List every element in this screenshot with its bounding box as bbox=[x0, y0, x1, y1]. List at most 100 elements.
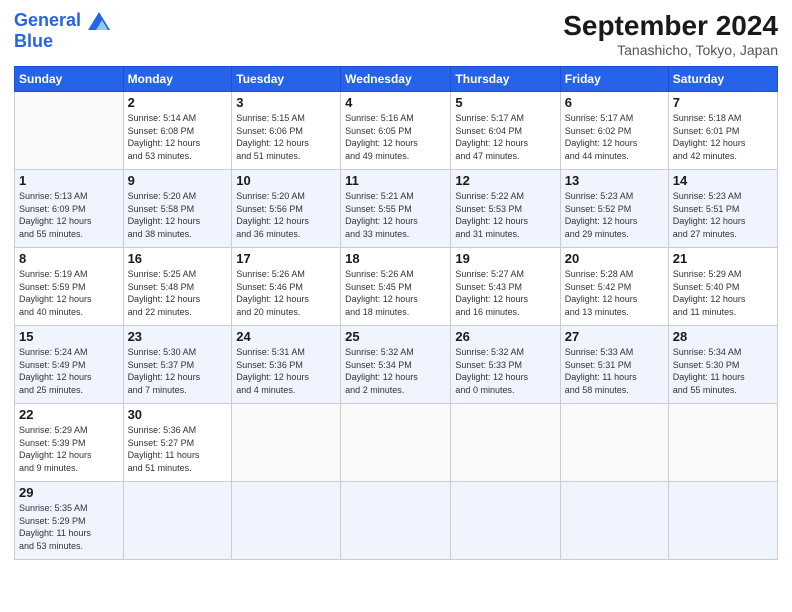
calendar-cell: 22 Sunrise: 5:29 AMSunset: 5:39 PMDayligh… bbox=[15, 404, 124, 482]
calendar-cell: 24 Sunrise: 5:31 AMSunset: 5:36 PMDayligh… bbox=[232, 326, 341, 404]
calendar-cell bbox=[232, 404, 341, 482]
logo: General Blue bbox=[14, 10, 110, 51]
month-year: September 2024 bbox=[563, 10, 778, 42]
calendar-body: 2 Sunrise: 5:14 AMSunset: 6:08 PMDaylight… bbox=[15, 92, 778, 560]
day-number: 3 bbox=[236, 95, 336, 110]
calendar-cell: 13 Sunrise: 5:23 AMSunset: 5:52 PMDayligh… bbox=[560, 170, 668, 248]
calendar-cell bbox=[668, 482, 777, 560]
logo-general: General bbox=[14, 10, 81, 30]
calendar-cell: 21 Sunrise: 5:29 AMSunset: 5:40 PMDayligh… bbox=[668, 248, 777, 326]
day-info: Sunrise: 5:20 AMSunset: 5:58 PMDaylight:… bbox=[128, 190, 228, 240]
day-info: Sunrise: 5:27 AMSunset: 5:43 PMDaylight:… bbox=[455, 268, 555, 318]
calendar-cell: 17Sunrise: 5:26 AMSunset: 5:46 PMDayligh… bbox=[232, 248, 341, 326]
calendar-cell bbox=[668, 404, 777, 482]
calendar-cell: 4Sunrise: 5:16 AMSunset: 6:05 PMDaylight… bbox=[341, 92, 451, 170]
calendar-cell: 19Sunrise: 5:27 AMSunset: 5:43 PMDayligh… bbox=[451, 248, 560, 326]
calendar-cell: 27Sunrise: 5:33 AMSunset: 5:31 PMDayligh… bbox=[560, 326, 668, 404]
day-number: 6 bbox=[565, 95, 664, 110]
weekday-header-wednesday: Wednesday bbox=[341, 67, 451, 92]
weekday-header-friday: Friday bbox=[560, 67, 668, 92]
day-number: 2 bbox=[128, 95, 228, 110]
day-number: 5 bbox=[455, 95, 555, 110]
calendar-cell bbox=[232, 482, 341, 560]
calendar-week-0: 2 Sunrise: 5:14 AMSunset: 6:08 PMDaylight… bbox=[15, 92, 778, 170]
calendar-cell: 18 Sunrise: 5:26 AMSunset: 5:45 PMDayligh… bbox=[341, 248, 451, 326]
calendar-cell bbox=[560, 404, 668, 482]
day-number: 22 bbox=[19, 407, 119, 422]
day-info: Sunrise: 5:15 AMSunset: 6:06 PMDaylight:… bbox=[236, 112, 336, 162]
day-info: Sunrise: 5:13 AMSunset: 6:09 PMDaylight:… bbox=[19, 190, 119, 240]
calendar-cell: 20 Sunrise: 5:28 AMSunset: 5:42 PMDayligh… bbox=[560, 248, 668, 326]
calendar-cell: 11 Sunrise: 5:21 AMSunset: 5:55 PMDayligh… bbox=[341, 170, 451, 248]
calendar-cell: 8Sunrise: 5:19 AMSunset: 5:59 PMDaylight… bbox=[15, 248, 124, 326]
calendar-cell bbox=[341, 404, 451, 482]
day-info: Sunrise: 5:25 AMSunset: 5:48 PMDaylight:… bbox=[128, 268, 228, 318]
day-info: Sunrise: 5:29 AMSunset: 5:39 PMDaylight:… bbox=[19, 424, 119, 474]
day-info: Sunrise: 5:34 AMSunset: 5:30 PMDaylight:… bbox=[673, 346, 773, 396]
day-info: Sunrise: 5:29 AMSunset: 5:40 PMDaylight:… bbox=[673, 268, 773, 318]
day-number: 25 bbox=[345, 329, 446, 344]
title-block: September 2024 Tanashicho, Tokyo, Japan bbox=[563, 10, 778, 58]
calendar-cell: 28 Sunrise: 5:34 AMSunset: 5:30 PMDayligh… bbox=[668, 326, 777, 404]
calendar-cell: 15Sunrise: 5:24 AMSunset: 5:49 PMDayligh… bbox=[15, 326, 124, 404]
day-info: Sunrise: 5:21 AMSunset: 5:55 PMDaylight:… bbox=[345, 190, 446, 240]
day-info: Sunrise: 5:31 AMSunset: 5:36 PMDaylight:… bbox=[236, 346, 336, 396]
calendar-cell: 25 Sunrise: 5:32 AMSunset: 5:34 PMDayligh… bbox=[341, 326, 451, 404]
day-info: Sunrise: 5:36 AMSunset: 5:27 PMDaylight:… bbox=[128, 424, 228, 474]
calendar-week-2: 8Sunrise: 5:19 AMSunset: 5:59 PMDaylight… bbox=[15, 248, 778, 326]
calendar-cell bbox=[451, 404, 560, 482]
day-info: Sunrise: 5:19 AMSunset: 5:59 PMDaylight:… bbox=[19, 268, 119, 318]
calendar-cell: 1Sunrise: 5:13 AMSunset: 6:09 PMDaylight… bbox=[15, 170, 124, 248]
day-number: 23 bbox=[128, 329, 228, 344]
day-number: 24 bbox=[236, 329, 336, 344]
weekday-header-sunday: Sunday bbox=[15, 67, 124, 92]
day-number: 11 bbox=[345, 173, 446, 188]
day-info: Sunrise: 5:32 AMSunset: 5:34 PMDaylight:… bbox=[345, 346, 446, 396]
day-number: 28 bbox=[673, 329, 773, 344]
day-number: 13 bbox=[565, 173, 664, 188]
calendar-cell: 23 Sunrise: 5:30 AMSunset: 5:37 PMDayligh… bbox=[123, 326, 232, 404]
calendar-cell: 30 Sunrise: 5:36 AMSunset: 5:27 PMDayligh… bbox=[123, 404, 232, 482]
day-number: 7 bbox=[673, 95, 773, 110]
weekday-header-monday: Monday bbox=[123, 67, 232, 92]
weekday-header-thursday: Thursday bbox=[451, 67, 560, 92]
day-number: 29 bbox=[19, 485, 119, 500]
calendar-week-1: 1Sunrise: 5:13 AMSunset: 6:09 PMDaylight… bbox=[15, 170, 778, 248]
day-info: Sunrise: 5:30 AMSunset: 5:37 PMDaylight:… bbox=[128, 346, 228, 396]
calendar-cell: 26 Sunrise: 5:32 AMSunset: 5:33 PMDayligh… bbox=[451, 326, 560, 404]
logo-text: General bbox=[14, 10, 110, 31]
calendar-cell: 7 Sunrise: 5:18 AMSunset: 6:01 PMDaylight… bbox=[668, 92, 777, 170]
day-number: 9 bbox=[128, 173, 228, 188]
day-number: 18 bbox=[345, 251, 446, 266]
day-number: 4 bbox=[345, 95, 446, 110]
day-info: Sunrise: 5:14 AMSunset: 6:08 PMDaylight:… bbox=[128, 112, 228, 162]
day-info: Sunrise: 5:26 AMSunset: 5:46 PMDaylight:… bbox=[236, 268, 336, 318]
calendar-table: SundayMondayTuesdayWednesdayThursdayFrid… bbox=[14, 66, 778, 560]
calendar-container: General Blue September 2024 Tanashicho, … bbox=[0, 0, 792, 570]
calendar-cell bbox=[15, 92, 124, 170]
day-info: Sunrise: 5:28 AMSunset: 5:42 PMDaylight:… bbox=[565, 268, 664, 318]
calendar-cell: 3 Sunrise: 5:15 AMSunset: 6:06 PMDaylight… bbox=[232, 92, 341, 170]
day-info: Sunrise: 5:17 AMSunset: 6:02 PMDaylight:… bbox=[565, 112, 664, 162]
day-number: 10 bbox=[236, 173, 336, 188]
day-number: 30 bbox=[128, 407, 228, 422]
calendar-cell bbox=[451, 482, 560, 560]
day-number: 26 bbox=[455, 329, 555, 344]
day-info: Sunrise: 5:26 AMSunset: 5:45 PMDaylight:… bbox=[345, 268, 446, 318]
weekday-header-tuesday: Tuesday bbox=[232, 67, 341, 92]
day-number: 14 bbox=[673, 173, 773, 188]
day-info: Sunrise: 5:32 AMSunset: 5:33 PMDaylight:… bbox=[455, 346, 555, 396]
calendar-cell: 16Sunrise: 5:25 AMSunset: 5:48 PMDayligh… bbox=[123, 248, 232, 326]
calendar-week-5: 29Sunrise: 5:35 AMSunset: 5:29 PMDayligh… bbox=[15, 482, 778, 560]
day-info: Sunrise: 5:17 AMSunset: 6:04 PMDaylight:… bbox=[455, 112, 555, 162]
day-info: Sunrise: 5:22 AMSunset: 5:53 PMDaylight:… bbox=[455, 190, 555, 240]
day-info: Sunrise: 5:23 AMSunset: 5:52 PMDaylight:… bbox=[565, 190, 664, 240]
calendar-cell: 9 Sunrise: 5:20 AMSunset: 5:58 PMDaylight… bbox=[123, 170, 232, 248]
day-number: 20 bbox=[565, 251, 664, 266]
calendar-cell: 2 Sunrise: 5:14 AMSunset: 6:08 PMDaylight… bbox=[123, 92, 232, 170]
day-number: 21 bbox=[673, 251, 773, 266]
day-number: 27 bbox=[565, 329, 664, 344]
calendar-header: General Blue September 2024 Tanashicho, … bbox=[14, 10, 778, 58]
day-info: Sunrise: 5:18 AMSunset: 6:01 PMDaylight:… bbox=[673, 112, 773, 162]
weekday-header-row: SundayMondayTuesdayWednesdayThursdayFrid… bbox=[15, 67, 778, 92]
